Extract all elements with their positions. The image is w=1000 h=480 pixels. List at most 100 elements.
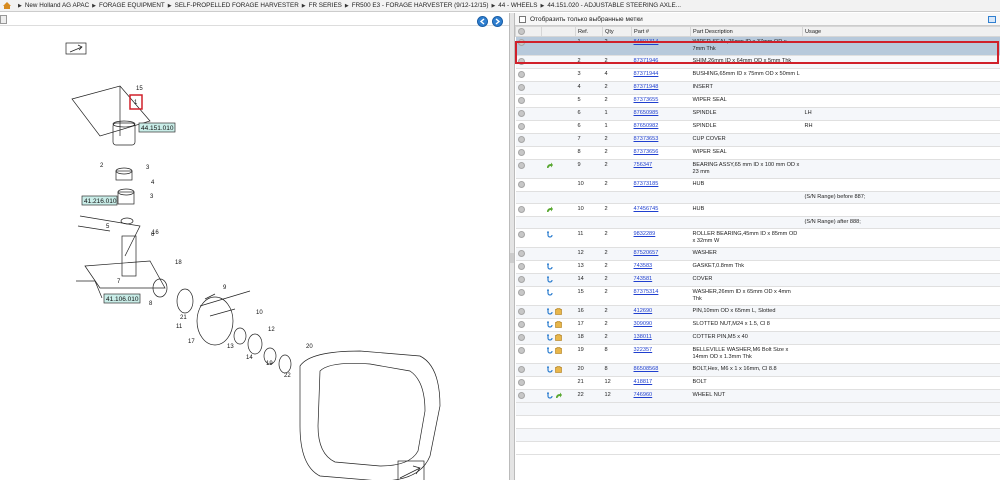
- part-number-link[interactable]: 87371948: [634, 84, 659, 90]
- select-all-header[interactable]: [515, 26, 542, 37]
- table-row[interactable]: 2 2 87371946 SHIM,26mm ID x 64mm OD x 5mm T…: [515, 55, 1000, 69]
- table-row[interactable]: 12 2 87520657 WASHER: [515, 247, 1000, 261]
- col-desc[interactable]: Part Description: [690, 26, 803, 37]
- row-select-icon[interactable]: [517, 391, 525, 399]
- row-select-icon[interactable]: [517, 230, 525, 238]
- table-row[interactable]: 21 12 418817 BOLT: [515, 376, 1000, 390]
- row-select-icon[interactable]: [517, 249, 525, 257]
- table-row[interactable]: 3 4 87371944 BUSHING,65mm ID x 75mm OD x 50…: [515, 68, 1000, 82]
- callout-number[interactable]: 5: [106, 224, 110, 230]
- table-row[interactable]: 9 2 756347 BEARING ASSY,65 mm ID x 100 mm O…: [515, 159, 1000, 179]
- part-number-link[interactable]: 87375314: [634, 289, 659, 295]
- table-row[interactable]: 10 2 47456745 HUB: [515, 203, 1000, 217]
- breadcrumb-item[interactable]: New Holland AG APAC: [25, 2, 89, 9]
- table-row[interactable]: 20 8 86508568 BOLT,Hex, M6 x 1 x 16mm, Cl 8…: [515, 363, 1000, 377]
- part-number-link[interactable]: 87650982: [634, 123, 659, 129]
- breadcrumb-item[interactable]: FR500 E3 - FORAGE HARVESTER (9/12-12/15): [352, 2, 489, 9]
- part-number-link[interactable]: 746960: [634, 392, 653, 398]
- part-number-link[interactable]: 87373185: [634, 181, 659, 187]
- callout-number[interactable]: 10: [256, 310, 263, 316]
- table-row[interactable]: 13 2 743583 GASKET,0.8mm Thk: [515, 260, 1000, 274]
- table-row[interactable]: 16 2 412690 PIN,10mm OD x 65mm L, Slotted: [515, 305, 1000, 319]
- callout-number[interactable]: 7: [117, 279, 121, 285]
- callout-number[interactable]: 1: [134, 100, 138, 106]
- table-row[interactable]: 11 2 9832289 ROLLER BEARING,45mm ID x 85mm …: [515, 228, 1000, 248]
- package-icon[interactable]: [554, 365, 562, 373]
- row-select-icon[interactable]: [517, 275, 525, 283]
- row-select-icon[interactable]: [517, 180, 525, 188]
- col-part[interactable]: Part #: [631, 26, 691, 37]
- table-row[interactable]: 6 1 87650982 SPINDLE RH: [515, 120, 1000, 134]
- table-row[interactable]: 5 2 87373655 WIPER SEAL: [515, 94, 1000, 108]
- diagram-label-44151010[interactable]: 44.151.010: [141, 125, 174, 132]
- table-row[interactable]: 15 2 87375314 WASHER,26mm ID x 65mm OD x 4m…: [515, 286, 1000, 306]
- row-select-icon[interactable]: [517, 307, 525, 315]
- diagram-label-41216010[interactable]: 41.216.010: [84, 198, 117, 205]
- callout-number[interactable]: 4: [151, 180, 155, 186]
- part-number-link[interactable]: 418817: [634, 379, 653, 385]
- part-number-link[interactable]: 9832289: [634, 231, 656, 237]
- row-select-icon[interactable]: [517, 161, 525, 169]
- row-select-icon[interactable]: [517, 135, 525, 143]
- callout-number[interactable]: 2: [100, 163, 104, 169]
- callout-number[interactable]: 18: [175, 260, 182, 266]
- row-select-icon[interactable]: [517, 346, 525, 354]
- callout-number[interactable]: 3: [146, 165, 150, 171]
- row-select-icon[interactable]: [517, 122, 525, 130]
- callout-number[interactable]: 17: [188, 339, 195, 345]
- callout-number[interactable]: 12: [268, 327, 275, 333]
- hook-icon[interactable]: [546, 263, 553, 270]
- part-number-link[interactable]: 84801314: [634, 39, 659, 45]
- part-number-link[interactable]: 412690: [634, 308, 653, 314]
- part-number-link[interactable]: 87650985: [634, 110, 659, 116]
- part-number-link[interactable]: 47456745: [634, 206, 659, 212]
- part-number-link[interactable]: 743581: [634, 276, 653, 282]
- part-number-link[interactable]: 756347: [634, 162, 653, 168]
- callout-number[interactable]: 11: [176, 324, 183, 330]
- hook-icon[interactable]: [546, 231, 553, 238]
- hook-icon[interactable]: [546, 333, 553, 341]
- row-select-icon[interactable]: [517, 378, 525, 386]
- breadcrumb-item[interactable]: 44 - WHEELS: [498, 2, 537, 9]
- part-number-link[interactable]: 86508568: [634, 366, 659, 372]
- package-icon[interactable]: [554, 307, 562, 315]
- callout-number[interactable]: 9: [223, 285, 227, 291]
- breadcrumb-item[interactable]: FORAGE EQUIPMENT: [99, 2, 165, 9]
- callout-number[interactable]: 21: [180, 315, 187, 321]
- part-number-link[interactable]: 87373653: [634, 136, 659, 142]
- row-select-icon[interactable]: [517, 70, 525, 78]
- table-row[interactable]: 14 2 743581 COVER: [515, 273, 1000, 287]
- row-select-icon[interactable]: [517, 320, 525, 328]
- collapse-icon[interactable]: [0, 15, 7, 24]
- row-select-icon[interactable]: [517, 365, 525, 373]
- hook-icon[interactable]: [546, 320, 553, 328]
- row-select-icon[interactable]: [517, 58, 525, 65]
- callout-number[interactable]: 19: [266, 361, 273, 367]
- table-row[interactable]: (S/N Range) after 888;: [515, 216, 1000, 229]
- col-qty[interactable]: Qty: [602, 26, 632, 37]
- home-icon[interactable]: [3, 2, 11, 9]
- replacement-arrow-icon[interactable]: [555, 392, 562, 399]
- row-select-icon[interactable]: [517, 333, 525, 341]
- part-number-link[interactable]: 322357: [634, 347, 653, 353]
- table-row[interactable]: 19 8 322357 BELLEVILLE WASHER,M6 Bolt Size …: [515, 344, 1000, 364]
- package-icon[interactable]: [554, 333, 562, 341]
- part-number-link[interactable]: 87373656: [634, 149, 659, 155]
- callout-number[interactable]: 15: [136, 86, 143, 92]
- callout-number[interactable]: 13: [227, 344, 234, 350]
- part-number-link[interactable]: 87371944: [634, 71, 659, 77]
- table-row[interactable]: 4 2 87371948 INSERT: [515, 81, 1000, 95]
- hook-icon[interactable]: [546, 391, 553, 399]
- callout-number[interactable]: 3: [150, 194, 154, 200]
- package-icon[interactable]: [554, 320, 562, 328]
- hook-icon[interactable]: [546, 276, 553, 283]
- row-select-icon[interactable]: [517, 109, 525, 117]
- row-select-icon[interactable]: [517, 83, 525, 91]
- table-row[interactable]: 22 12 746960 WHEEL NUT: [515, 389, 1000, 403]
- show-selected-checkbox[interactable]: [519, 15, 526, 23]
- row-select-icon[interactable]: [517, 288, 525, 296]
- hook-icon[interactable]: [546, 288, 553, 296]
- diagram-label-41106010[interactable]: 41.106.010: [106, 296, 139, 303]
- row-select-icon[interactable]: [517, 205, 525, 213]
- table-row[interactable]: 17 2 309090 SLOTTED NUT,M24 x 1.5, Cl 8: [515, 318, 1000, 332]
